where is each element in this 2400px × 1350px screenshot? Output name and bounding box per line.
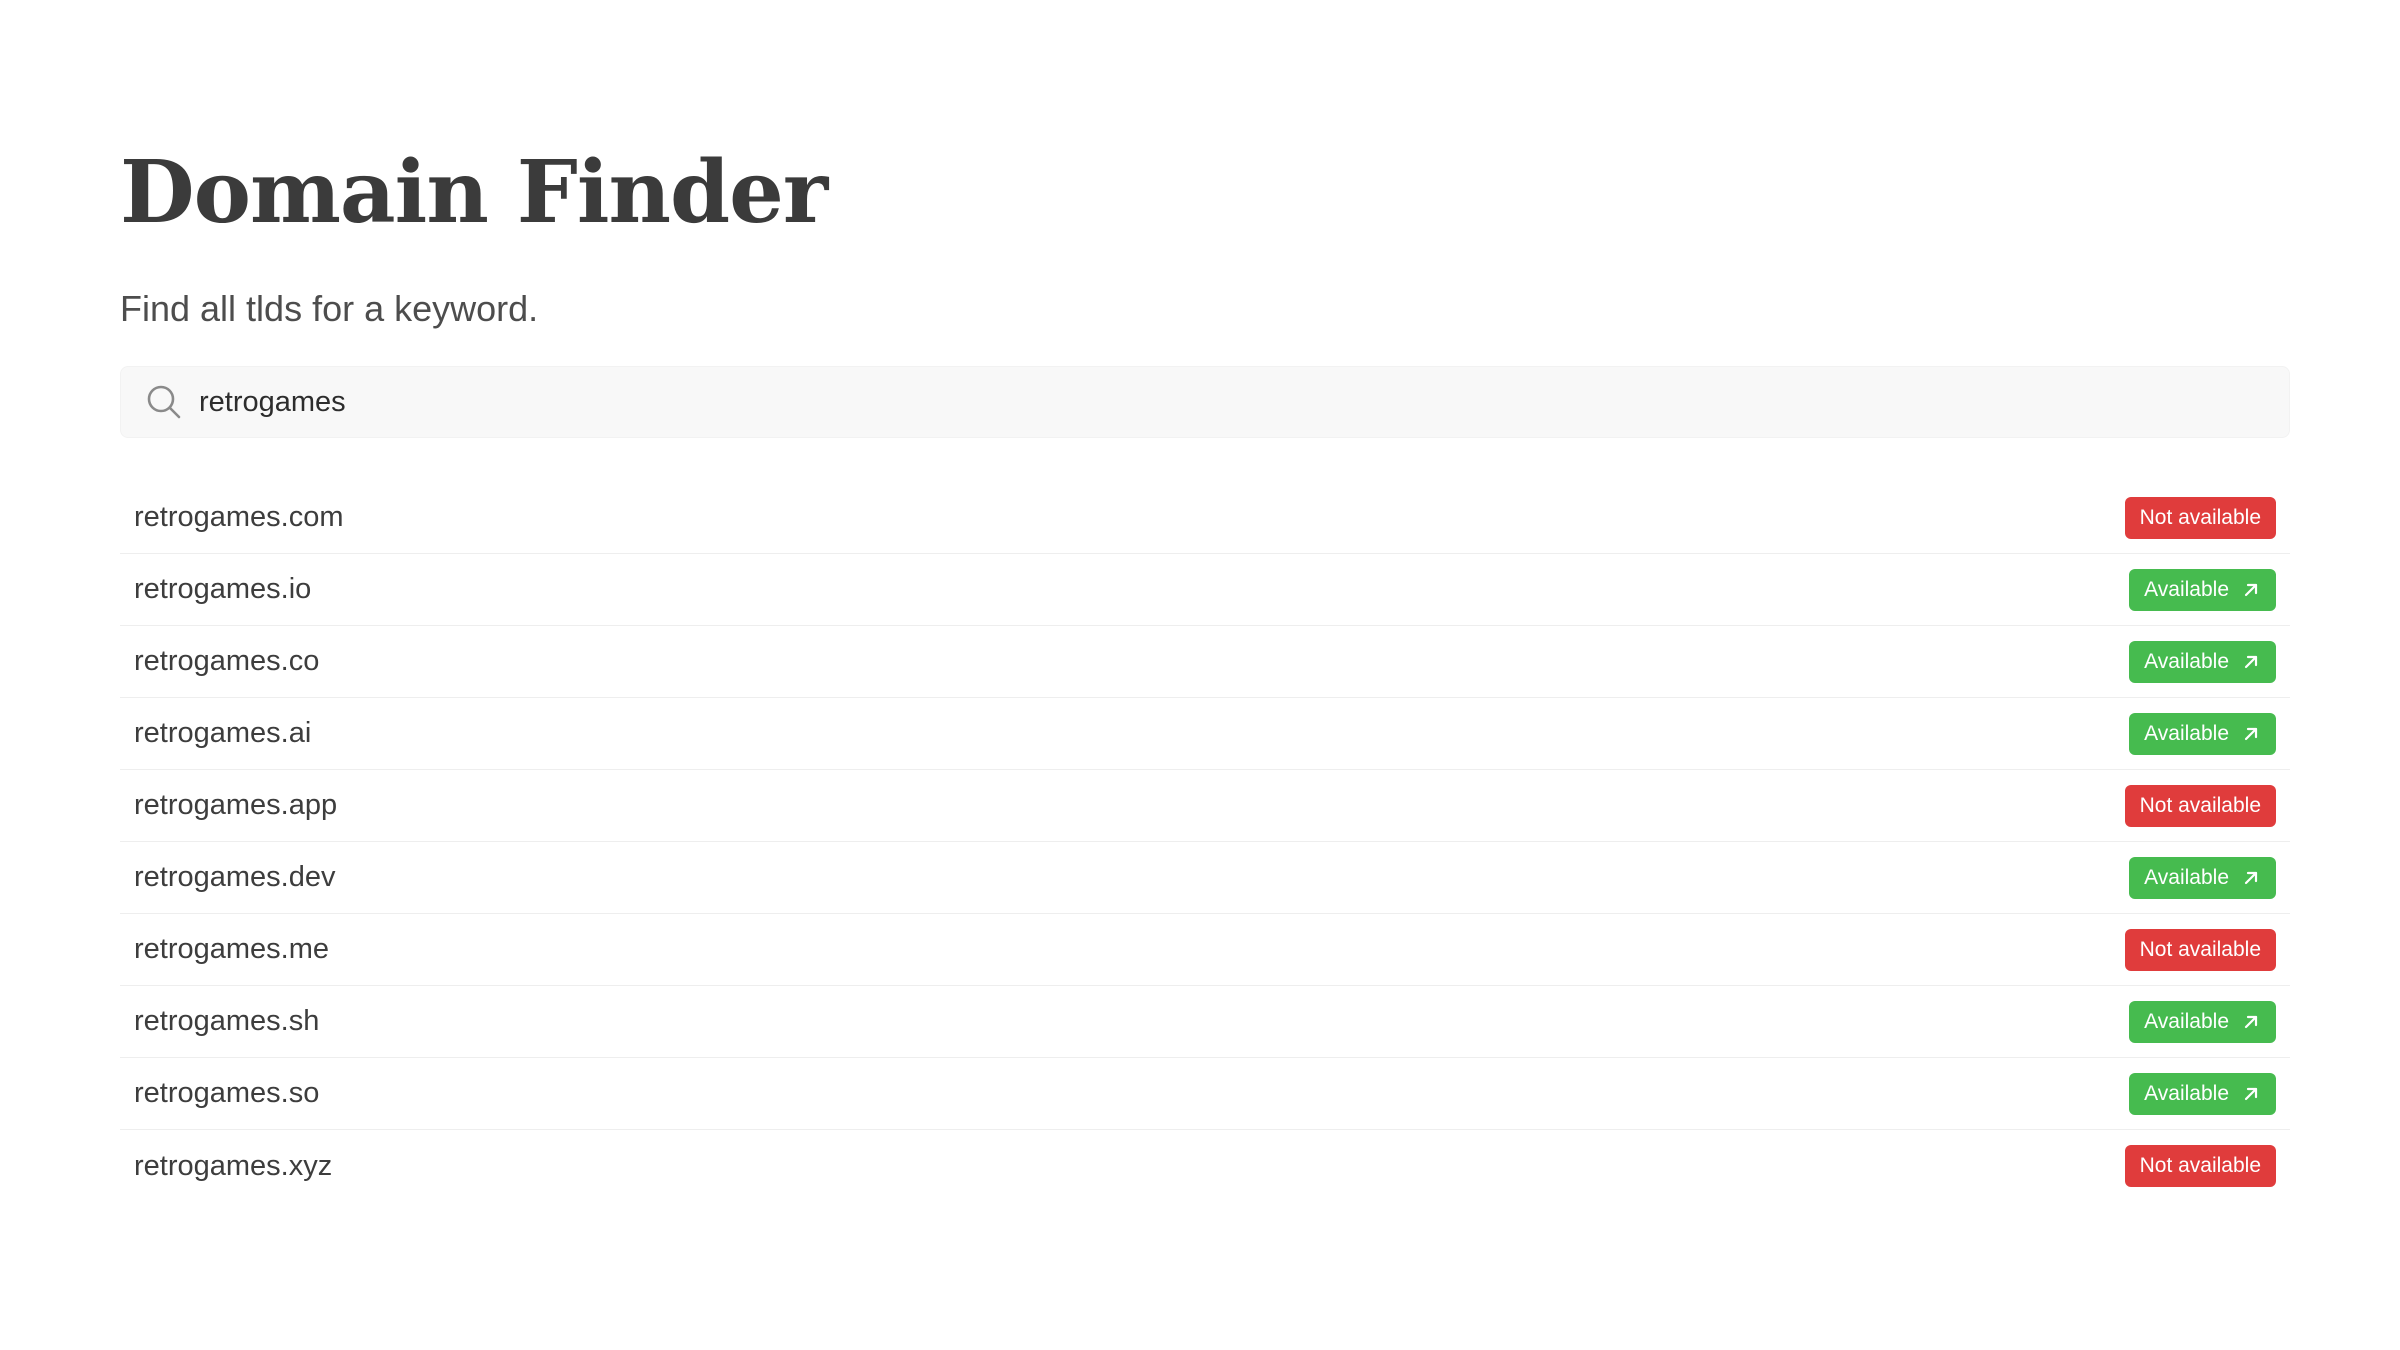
domain-name: retrogames.sh [134,1005,320,1037]
domain-name: retrogames.ai [134,717,312,749]
available-badge[interactable]: Available [2129,640,2276,683]
arrow-up-right-icon [2241,580,2261,600]
result-row: retrogames.xyz Not available [120,1130,2290,1202]
available-badge[interactable]: Available [2129,568,2276,611]
search-input[interactable] [199,372,2289,432]
status-label: Not available [2139,937,2261,961]
page-title: Domain Finder [120,142,828,243]
result-row: retrogames.so Available [120,1058,2290,1130]
not-available-badge[interactable]: Not available [2124,496,2276,539]
page-subtitle: Find all tlds for a keyword. [120,288,539,329]
search-icon [145,383,183,421]
result-row: retrogames.sh Available [120,986,2290,1058]
status-label: Available [2144,1009,2229,1033]
domain-name: retrogames.app [134,789,338,821]
domain-name: retrogames.com [134,501,344,533]
status-label: Available [2144,1081,2229,1105]
status-label: Available [2144,721,2229,745]
available-badge[interactable]: Available [2129,712,2276,755]
result-row: retrogames.io Available [120,554,2290,626]
arrow-up-right-icon [2241,724,2261,744]
domain-name: retrogames.co [134,645,320,677]
result-row: retrogames.com Not available [120,482,2290,554]
search-bar[interactable] [120,366,2290,438]
not-available-badge[interactable]: Not available [2124,928,2276,971]
result-row: retrogames.app Not available [120,770,2290,842]
arrow-up-right-icon [2241,652,2261,672]
result-row: retrogames.co Available [120,626,2290,698]
status-label: Available [2144,649,2229,673]
status-label: Available [2144,577,2229,601]
arrow-up-right-icon [2241,1012,2261,1032]
domain-name: retrogames.io [134,573,312,605]
arrow-up-right-icon [2241,1084,2261,1104]
not-available-badge[interactable]: Not available [2124,1145,2276,1187]
status-label: Not available [2139,793,2261,817]
available-badge[interactable]: Available [2129,1072,2276,1115]
status-label: Not available [2139,505,2261,529]
page: Domain Finder Find all tlds for a keywor… [0,0,2400,1350]
result-row: retrogames.me Not available [120,914,2290,986]
not-available-badge[interactable]: Not available [2124,784,2276,827]
domain-name: retrogames.me [134,933,330,965]
domain-name: retrogames.dev [134,861,336,893]
result-row: retrogames.dev Available [120,842,2290,914]
status-label: Not available [2139,1154,2261,1177]
results-list: retrogames.com Not available retrogames.io… [120,482,2290,1202]
main-content: Domain Finder Find all tlds for a keywor… [120,130,2290,1202]
available-badge[interactable]: Available [2129,1000,2276,1043]
domain-name: retrogames.so [134,1077,320,1109]
arrow-up-right-icon [2241,868,2261,888]
domain-name: retrogames.xyz [134,1149,333,1182]
status-label: Available [2144,865,2229,889]
available-badge[interactable]: Available [2129,856,2276,899]
result-row: retrogames.ai Available [120,698,2290,770]
